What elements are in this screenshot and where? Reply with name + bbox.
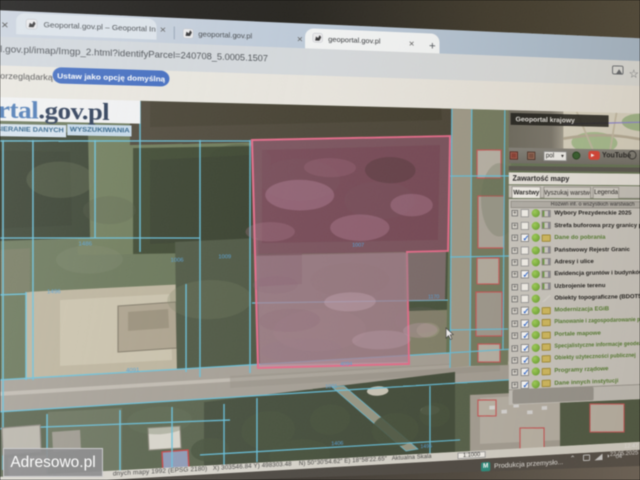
svg-text:1007: 1007 — [352, 243, 365, 248]
svg-text:4091: 4091 — [126, 368, 140, 374]
svg-text:1170: 1170 — [428, 295, 440, 300]
svg-text:1001: 1001 — [325, 384, 338, 390]
svg-text:1486: 1486 — [78, 242, 92, 248]
svg-text:4094: 4094 — [340, 362, 353, 368]
svg-text:1495: 1495 — [420, 444, 432, 450]
svg-text:1496: 1496 — [47, 290, 61, 296]
svg-text:1009: 1009 — [218, 255, 231, 260]
svg-text:1006: 1006 — [171, 258, 185, 263]
svg-text:1406: 1406 — [331, 441, 344, 447]
